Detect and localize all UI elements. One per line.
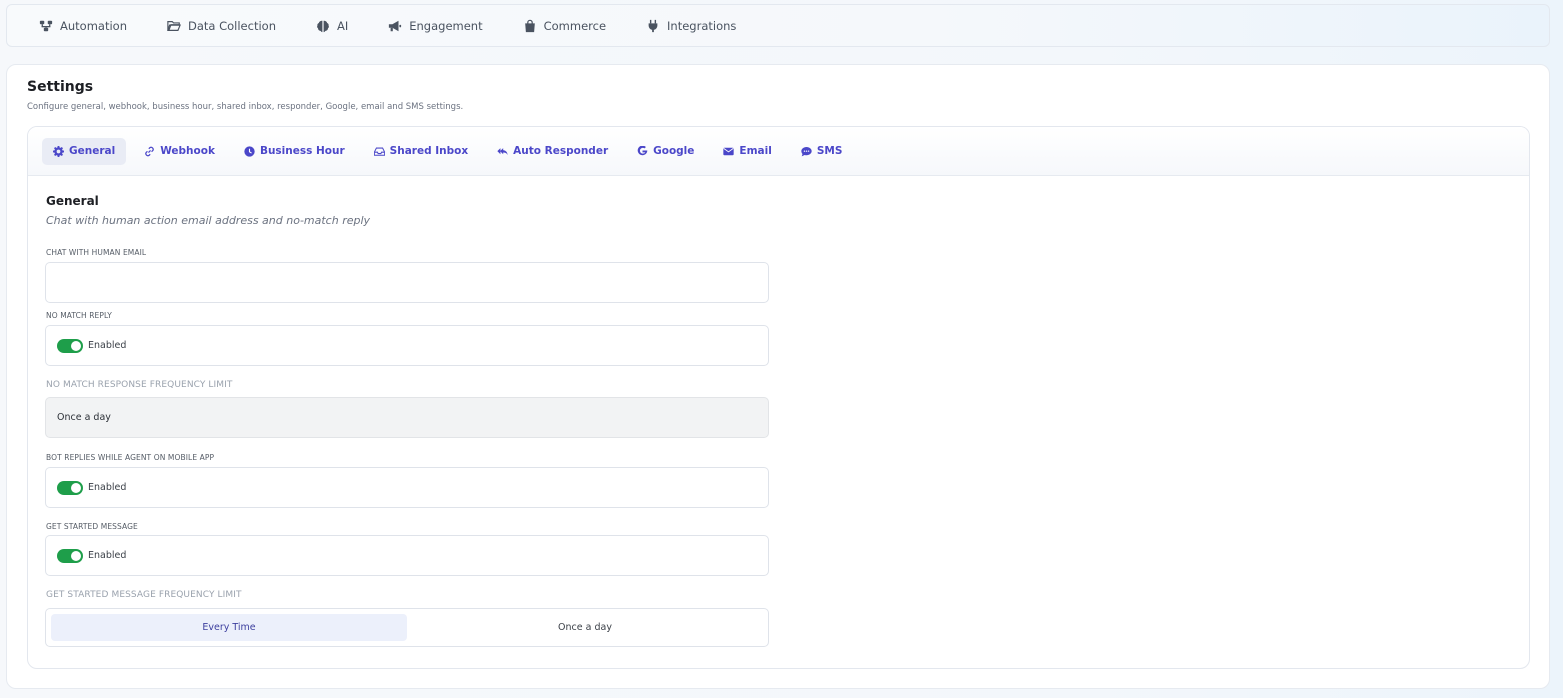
tab-google[interactable]: Google (626, 138, 705, 165)
tab-label: General (69, 145, 116, 157)
tab-shared-inbox[interactable]: Shared Inbox (363, 138, 479, 165)
nav-item-ai[interactable]: AI (316, 19, 348, 33)
bot-replies-mobile-label: BOT REPLIES WHILE AGENT ON MOBILE APP (46, 453, 215, 462)
toggle-switch[interactable] (57, 338, 83, 353)
inbox-icon (373, 147, 385, 156)
settings-card: Settings Configure general, webhook, bus… (6, 64, 1550, 689)
tab-business-hour[interactable]: Business Hour (233, 138, 356, 165)
envelope-icon (723, 147, 735, 155)
toggle-label: Enabled (88, 550, 127, 561)
nav-item-automation[interactable]: Automation (39, 19, 127, 33)
nav-item-label: Engagement (409, 18, 483, 33)
section-title: General (46, 194, 99, 208)
settings-tabbar: General Webhook Business Hour Shared Inb… (28, 127, 1529, 176)
gear-icon (53, 145, 64, 157)
link-icon (145, 146, 154, 156)
tab-email[interactable]: Email (712, 138, 782, 165)
page-title: Settings (27, 79, 94, 95)
page-subtitle: Configure general, webhook, business hou… (27, 102, 464, 112)
toggle-label: Enabled (88, 340, 127, 351)
plug-icon (648, 19, 658, 32)
frequency-option-once-a-day[interactable]: Once a day (407, 614, 763, 641)
tab-label: Shared Inbox (389, 145, 469, 157)
sitemap-icon (39, 20, 53, 31)
tab-label: Google (653, 145, 695, 157)
no-match-frequency-label: NO MATCH RESPONSE FREQUENCY LIMIT (46, 380, 233, 390)
no-match-reply-label: NO MATCH REPLY (46, 311, 112, 320)
chat-email-field[interactable] (45, 262, 769, 303)
tab-general[interactable]: General (42, 137, 127, 165)
nav-item-label: Commerce (543, 18, 607, 33)
nav-item-engagement[interactable]: Engagement (388, 18, 483, 33)
google-icon (637, 145, 648, 155)
tab-label: Business Hour (259, 145, 345, 157)
nav-item-commerce[interactable]: Commerce (523, 19, 606, 33)
shopping-bag-icon (524, 19, 535, 32)
section-description: Chat with human action email address and… (46, 214, 371, 227)
tab-auto-responder[interactable]: Auto Responder (486, 138, 619, 165)
no-match-frequency-value: Once a day (57, 412, 111, 423)
no-match-reply-field: Enabled (45, 325, 769, 366)
nav-item-label: Data Collection (187, 18, 276, 33)
no-match-frequency-field: Once a day (45, 397, 769, 438)
get-started-frequency-selector: Every Time Once a day (45, 608, 769, 647)
reply-all-icon (497, 147, 508, 155)
bot-replies-mobile-field: Enabled (45, 467, 769, 508)
nav-item-label: Automation (60, 18, 127, 33)
toggle-label: Enabled (88, 482, 127, 493)
toggle-switch[interactable] (57, 548, 83, 563)
bullhorn-icon (389, 20, 402, 31)
comment-icon (801, 146, 812, 156)
tab-label: Auto Responder (513, 145, 609, 157)
chat-email-label: CHAT WITH HUMAN EMAIL (46, 248, 147, 257)
frequency-option-every-time[interactable]: Every Time (51, 614, 407, 641)
nav-item-integrations[interactable]: Integrations (646, 19, 736, 33)
nav-item-label: Integrations (667, 18, 737, 33)
get-started-message-field: Enabled (45, 535, 769, 576)
clock-icon (244, 145, 255, 157)
folder-open-icon (167, 20, 181, 31)
get-started-message-label: GET STARTED MESSAGE (46, 522, 138, 531)
tab-label: Webhook (160, 145, 215, 157)
top-navigation: Automation Data Collection AI Engagement… (6, 4, 1550, 47)
toggle-switch[interactable] (57, 480, 83, 495)
brain-icon (317, 20, 329, 32)
settings-panel: General Webhook Business Hour Shared Inb… (27, 126, 1530, 669)
tab-sms[interactable]: SMS (790, 138, 854, 165)
tab-label: Email (739, 145, 772, 157)
nav-item-label: AI (336, 18, 349, 33)
get-started-message-toggle[interactable]: Enabled (57, 548, 127, 563)
tab-label: SMS (816, 145, 843, 157)
tab-webhook[interactable]: Webhook (133, 138, 226, 165)
no-match-reply-toggle[interactable]: Enabled (57, 338, 127, 353)
get-started-frequency-label: GET STARTED MESSAGE FREQUENCY LIMIT (46, 590, 242, 600)
bot-replies-mobile-toggle[interactable]: Enabled (57, 480, 127, 495)
nav-item-data-collection[interactable]: Data Collection (167, 19, 276, 33)
